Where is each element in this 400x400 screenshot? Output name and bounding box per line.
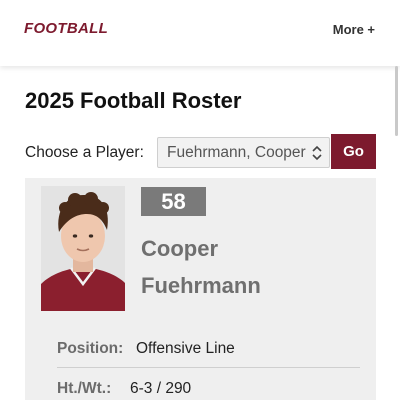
row-divider: [57, 367, 360, 368]
page-title: 2025 Football Roster: [25, 88, 242, 113]
page-scrollbar[interactable]: [395, 66, 398, 136]
player-name: Cooper Fuehrmann: [141, 230, 261, 304]
player-last-name: Fuehrmann: [141, 273, 261, 298]
more-menu-button[interactable]: More +: [333, 22, 375, 37]
go-button[interactable]: Go: [331, 134, 376, 169]
height-weight-value: 6-3 / 290: [130, 380, 192, 397]
jersey-number-badge: 58: [141, 187, 206, 216]
position-value: Offensive Line: [136, 340, 235, 357]
player-card: 58 Cooper Fuehrmann Position: Offensive …: [25, 178, 376, 400]
player-first-name: Cooper: [141, 236, 218, 261]
site-header: FOOTBALL More +: [0, 0, 400, 66]
site-logo[interactable]: FOOTBALL: [24, 20, 108, 37]
player-select-value: Fuehrmann, Cooper: [167, 144, 306, 161]
player-select[interactable]: Fuehrmann, Cooper: [157, 137, 330, 168]
height-weight-label: Ht./Wt.:: [57, 380, 112, 397]
updown-chevron-icon: [312, 145, 322, 161]
position-label: Position:: [57, 340, 124, 357]
player-headshot: [41, 186, 125, 311]
choose-player-label: Choose a Player:: [25, 144, 144, 161]
